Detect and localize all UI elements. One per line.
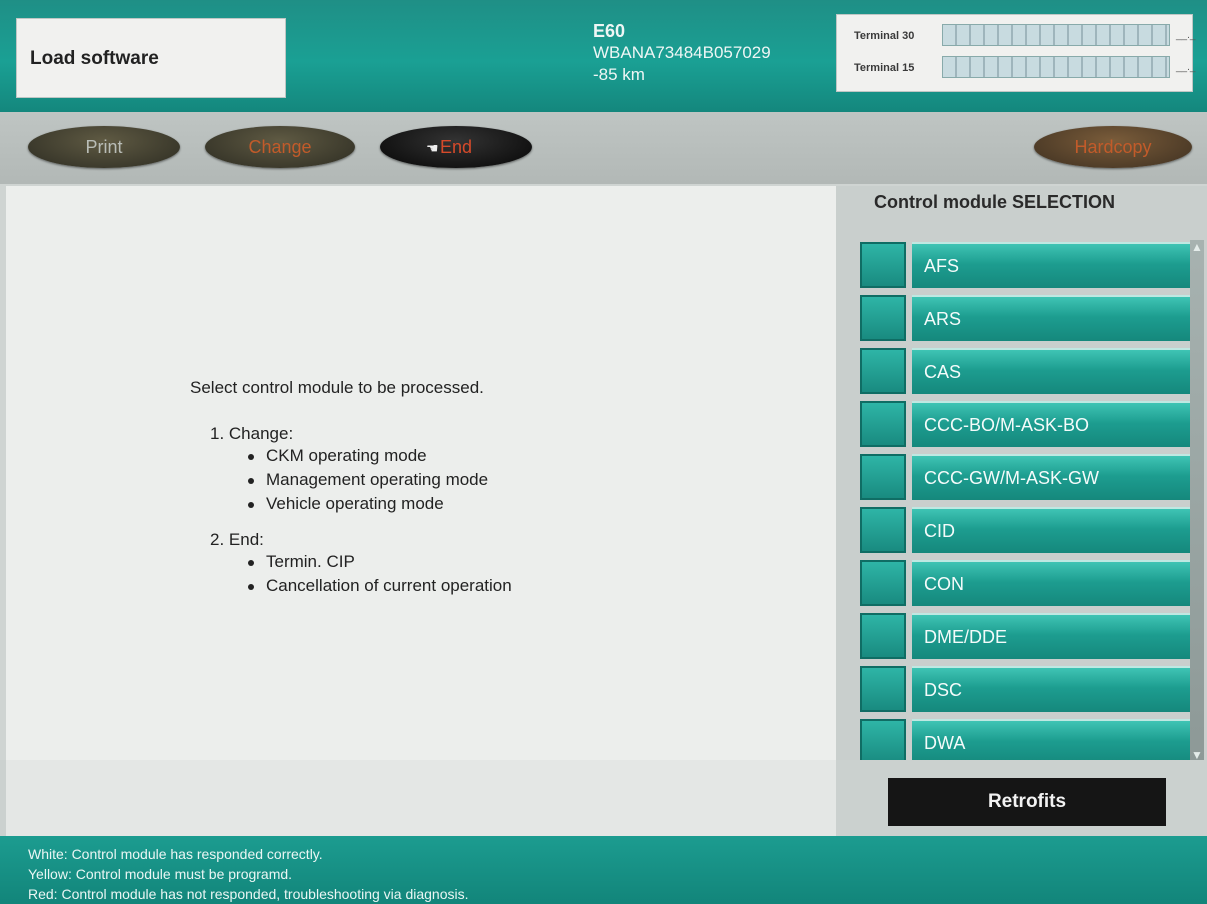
module-row: CID	[860, 505, 1190, 558]
vehicle-vin: WBANA73484B057029	[593, 43, 771, 62]
module-checkbox[interactable]	[860, 560, 906, 606]
scroll-up-icon[interactable]: ▲	[1191, 240, 1203, 254]
module-checkbox[interactable]	[860, 295, 906, 341]
step-item: Management operating mode	[248, 468, 512, 492]
module-list: AFS ARS CAS CCC-BO/M-ASK-BO CCC-GW/M-ASK…	[860, 240, 1190, 760]
hand-cursor-icon: ☚	[426, 140, 439, 156]
module-row: ARS	[860, 293, 1190, 346]
module-row: CON	[860, 558, 1190, 611]
module-button-cas[interactable]: CAS	[912, 348, 1190, 394]
print-button[interactable]: Print	[28, 126, 180, 168]
instruction-heading: Select control module to be processed.	[190, 378, 484, 397]
step-change: 1. Change: CKM operating mode Management…	[210, 424, 512, 516]
module-button-ccc-bo[interactable]: CCC-BO/M-ASK-BO	[912, 401, 1190, 447]
step-item: CKM operating mode	[248, 444, 512, 468]
module-row: CCC-BO/M-ASK-BO	[860, 399, 1190, 452]
module-button-dme-dde[interactable]: DME/DDE	[912, 613, 1190, 659]
instructions: Select control module to be processed. 1…	[190, 378, 512, 612]
module-checkbox[interactable]	[860, 454, 906, 500]
screen-title: Load software	[30, 48, 159, 69]
module-button-dsc[interactable]: DSC	[912, 666, 1190, 712]
step-item: Vehicle operating mode	[248, 492, 512, 516]
vehicle-info: E60 WBANA73484B057029 -85 km	[593, 20, 771, 86]
hardcopy-button[interactable]: Hardcopy	[1034, 126, 1192, 168]
end-button[interactable]: End	[380, 126, 532, 168]
change-button[interactable]: Change	[205, 126, 355, 168]
step-label: 2. End:	[210, 530, 264, 549]
step-end: 2. End: Termin. CIP Cancellation of curr…	[210, 530, 512, 598]
module-button-afs[interactable]: AFS	[912, 242, 1190, 288]
terminal-15-row: Terminal 15 __._	[854, 56, 1195, 80]
module-checkbox[interactable]	[860, 507, 906, 553]
module-row: DWA	[860, 717, 1190, 760]
module-checkbox[interactable]	[860, 613, 906, 659]
module-row: AFS	[860, 240, 1190, 293]
module-button-ccc-gw[interactable]: CCC-GW/M-ASK-GW	[912, 454, 1190, 500]
instruction-area: Select control module to be processed. 1…	[6, 186, 836, 760]
terminal-15-meter	[942, 56, 1170, 78]
terminal-30-meter	[942, 24, 1170, 46]
module-button-con[interactable]: CON	[912, 560, 1190, 606]
retrofits-button[interactable]: Retrofits	[888, 778, 1166, 826]
bottom-bar: Retrofits	[0, 760, 1207, 836]
toolbar: Print Change End ☚ Hardcopy	[0, 112, 1207, 184]
control-module-panel: Control module SELECTION AFS ARS CAS CCC…	[836, 186, 1207, 762]
module-checkbox[interactable]	[860, 242, 906, 288]
module-list-scrollbar[interactable]: ▲ ▼	[1190, 240, 1204, 762]
step-label: 1. Change:	[210, 424, 294, 443]
terminal-15-value: __._	[1176, 62, 1196, 73]
module-checkbox[interactable]	[860, 719, 906, 760]
terminal-30-row: Terminal 30 __._	[854, 24, 1195, 48]
module-row: CAS	[860, 346, 1190, 399]
header-bar: Load software E60 WBANA73484B057029 -85 …	[0, 0, 1207, 112]
module-button-dwa[interactable]: DWA	[912, 719, 1190, 760]
terminal-30-value: __._	[1176, 30, 1196, 41]
module-row: DME/DDE	[860, 611, 1190, 664]
module-row: DSC	[860, 664, 1190, 717]
module-checkbox[interactable]	[860, 666, 906, 712]
step-item: Termin. CIP	[248, 550, 512, 574]
module-button-ars[interactable]: ARS	[912, 295, 1190, 341]
vehicle-model: E60	[593, 21, 626, 41]
panel-title: Control module SELECTION	[874, 192, 1115, 212]
module-checkbox[interactable]	[860, 401, 906, 447]
status-legend: White: Control module has responded corr…	[0, 836, 1207, 904]
legend-red: Red: Control module has not responded, t…	[28, 886, 469, 902]
legend-yellow: Yellow: Control module must be programd.	[28, 866, 293, 882]
terminal-15-label: Terminal 15	[854, 62, 915, 74]
terminal-30-label: Terminal 30	[854, 30, 915, 42]
module-row: CCC-GW/M-ASK-GW	[860, 452, 1190, 505]
module-button-cid[interactable]: CID	[912, 507, 1190, 553]
vehicle-mileage: -85 km	[593, 65, 645, 84]
legend-white: White: Control module has responded corr…	[28, 846, 323, 862]
step-item: Cancellation of current operation	[248, 574, 512, 598]
module-checkbox[interactable]	[860, 348, 906, 394]
screen-title-box: Load software	[16, 18, 286, 98]
terminal-status-box: Terminal 30 __._ Terminal 15 __._	[836, 14, 1195, 92]
bottom-left-area	[6, 760, 836, 836]
